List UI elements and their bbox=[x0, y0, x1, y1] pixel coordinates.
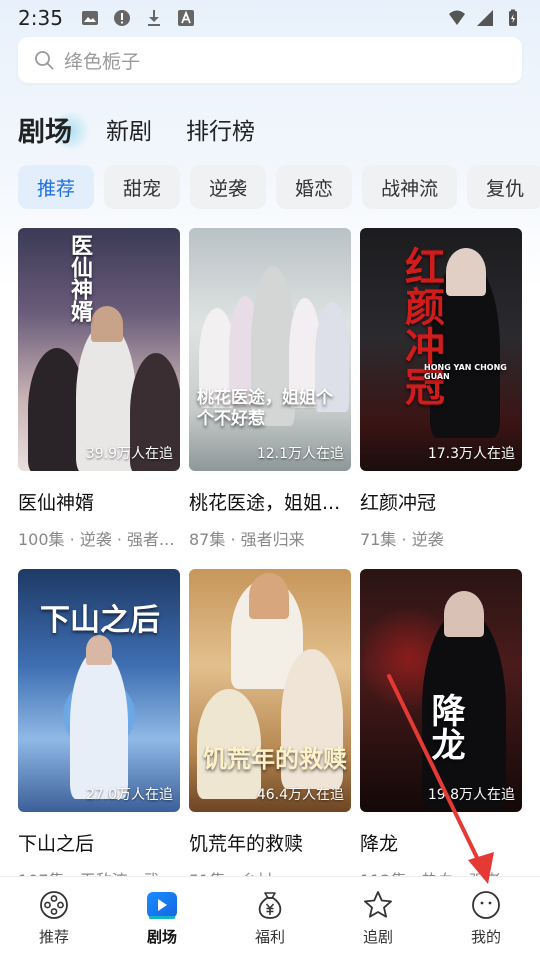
poster-title: 降龙 bbox=[425, 693, 465, 761]
drama-card[interactable]: 红颜冲冠 HONG YAN CHONG GUAN 17.3万人在追 红颜冲冠 7… bbox=[360, 228, 522, 569]
chip-recommend[interactable]: 推荐 bbox=[18, 165, 95, 209]
tab-theater[interactable]: 剧场 bbox=[18, 110, 92, 150]
poster-title: 桃花医途，姐姐个个不好惹 bbox=[197, 388, 333, 429]
drama-title[interactable]: 红颜冲冠 bbox=[360, 488, 522, 515]
search-icon bbox=[35, 51, 54, 70]
tab-ranking[interactable]: 排行榜 bbox=[186, 112, 255, 146]
search-input[interactable]: 绛色栀子 bbox=[18, 37, 522, 83]
chip-war-god[interactable]: 战神流 bbox=[362, 165, 458, 209]
signal-icon bbox=[477, 10, 493, 26]
drama-title[interactable]: 降龙 bbox=[360, 829, 522, 856]
drama-card[interactable]: 医仙神婿 39.9万人在追 医仙神婿 100集 · 逆袭 · 强者... bbox=[18, 228, 180, 569]
status-time: 2:35 bbox=[18, 6, 63, 30]
bottom-nav: 推荐 剧场 福利 追剧 我的 bbox=[0, 876, 540, 960]
star-icon bbox=[364, 891, 392, 918]
chip-romance[interactable]: 婚恋 bbox=[276, 165, 353, 209]
poster-title: 医仙神婿 bbox=[67, 234, 93, 322]
nav-recommend[interactable]: 推荐 bbox=[14, 890, 94, 947]
main-tabs: 剧场 新剧 排行榜 bbox=[18, 105, 255, 153]
image-icon bbox=[81, 11, 98, 25]
drama-poster[interactable]: 医仙神婿 39.9万人在追 bbox=[18, 228, 180, 471]
search-placeholder: 绛色栀子 bbox=[64, 50, 141, 73]
drama-poster[interactable]: 红颜冲冠 HONG YAN CHONG GUAN 17.3万人在追 bbox=[360, 228, 522, 471]
profile-face-icon bbox=[472, 891, 500, 919]
font-icon bbox=[177, 10, 194, 26]
drama-meta: 100集 · 逆袭 · 强者... bbox=[18, 530, 175, 549]
chip-counterattack[interactable]: 逆袭 bbox=[190, 165, 267, 209]
wifi-icon bbox=[449, 10, 465, 25]
poster-subtitle: HONG YAN CHONG GUAN bbox=[424, 363, 507, 381]
drama-card[interactable]: 下山之后 27.0万人在追 下山之后 107集 · 无敌流 · 武... bbox=[18, 569, 180, 910]
drama-title[interactable]: 饥荒年的救赎 bbox=[189, 829, 351, 856]
nav-label: 我的 bbox=[470, 928, 501, 946]
alert-icon bbox=[113, 10, 130, 26]
poster-title: 下山之后 bbox=[40, 603, 160, 638]
poster-title: 红颜冲冠 bbox=[398, 246, 445, 406]
drama-meta: 87集 · 强者归来 bbox=[189, 530, 305, 549]
nav-mine[interactable]: 我的 bbox=[446, 890, 526, 947]
chip-sweet[interactable]: 甜宠 bbox=[104, 165, 181, 209]
play-icon bbox=[147, 892, 177, 919]
category-chips: 推荐 甜宠 逆袭 婚恋 战神流 复仇 bbox=[18, 165, 540, 209]
drama-poster[interactable]: 饥荒年的救赎 46.4万人在追 bbox=[189, 569, 351, 812]
drama-card[interactable]: 饥荒年的救赎 46.4万人在追 饥荒年的救赎 51集 · 乡村 bbox=[189, 569, 351, 910]
drama-card[interactable]: 桃花医途，姐姐个个不好惹 12.1万人在追 桃花医途，姐姐... 87集 · 强… bbox=[189, 228, 351, 569]
nav-follow[interactable]: 追剧 bbox=[338, 890, 418, 947]
watch-count: 27.0万人在追 bbox=[85, 787, 173, 803]
drama-poster[interactable]: 桃花医途，姐姐个个不好惹 12.1万人在追 bbox=[189, 228, 351, 471]
watch-count: 46.4万人在追 bbox=[256, 787, 344, 803]
status-bar: 2:35 bbox=[0, 0, 540, 36]
nav-label: 福利 bbox=[254, 928, 285, 946]
film-reel-icon bbox=[40, 891, 68, 919]
poster-title: 饥荒年的救赎 bbox=[203, 744, 347, 773]
money-bag-icon bbox=[258, 892, 282, 919]
tab-new[interactable]: 新剧 bbox=[106, 112, 152, 146]
download-icon bbox=[147, 10, 160, 26]
drama-title[interactable]: 下山之后 bbox=[18, 829, 180, 856]
watch-count: 12.1万人在追 bbox=[256, 446, 344, 462]
drama-grid: 医仙神婿 39.9万人在追 医仙神婿 100集 · 逆袭 · 强者... 桃花医… bbox=[18, 228, 522, 910]
watch-count: 17.3万人在追 bbox=[427, 446, 515, 462]
chip-revenge[interactable]: 复仇 bbox=[467, 165, 540, 209]
watch-count: 39.9万人在追 bbox=[85, 446, 173, 462]
watch-count: 19.8万人在追 bbox=[427, 787, 515, 803]
battery-icon bbox=[509, 9, 517, 26]
drama-poster[interactable]: 下山之后 27.0万人在追 bbox=[18, 569, 180, 812]
nav-theater[interactable]: 剧场 bbox=[122, 890, 202, 947]
drama-card[interactable]: 降龙 19.8万人在追 降龙 112集 · 热血 · 强者 bbox=[360, 569, 522, 910]
drama-meta: 71集 · 逆袭 bbox=[360, 530, 444, 549]
nav-label: 剧场 bbox=[146, 928, 177, 946]
nav-label: 推荐 bbox=[38, 928, 69, 946]
drama-poster[interactable]: 降龙 19.8万人在追 bbox=[360, 569, 522, 812]
drama-title[interactable]: 医仙神婿 bbox=[18, 488, 180, 515]
nav-welfare[interactable]: 福利 bbox=[230, 890, 310, 947]
nav-label: 追剧 bbox=[362, 928, 393, 946]
drama-title[interactable]: 桃花医途，姐姐... bbox=[189, 488, 351, 515]
